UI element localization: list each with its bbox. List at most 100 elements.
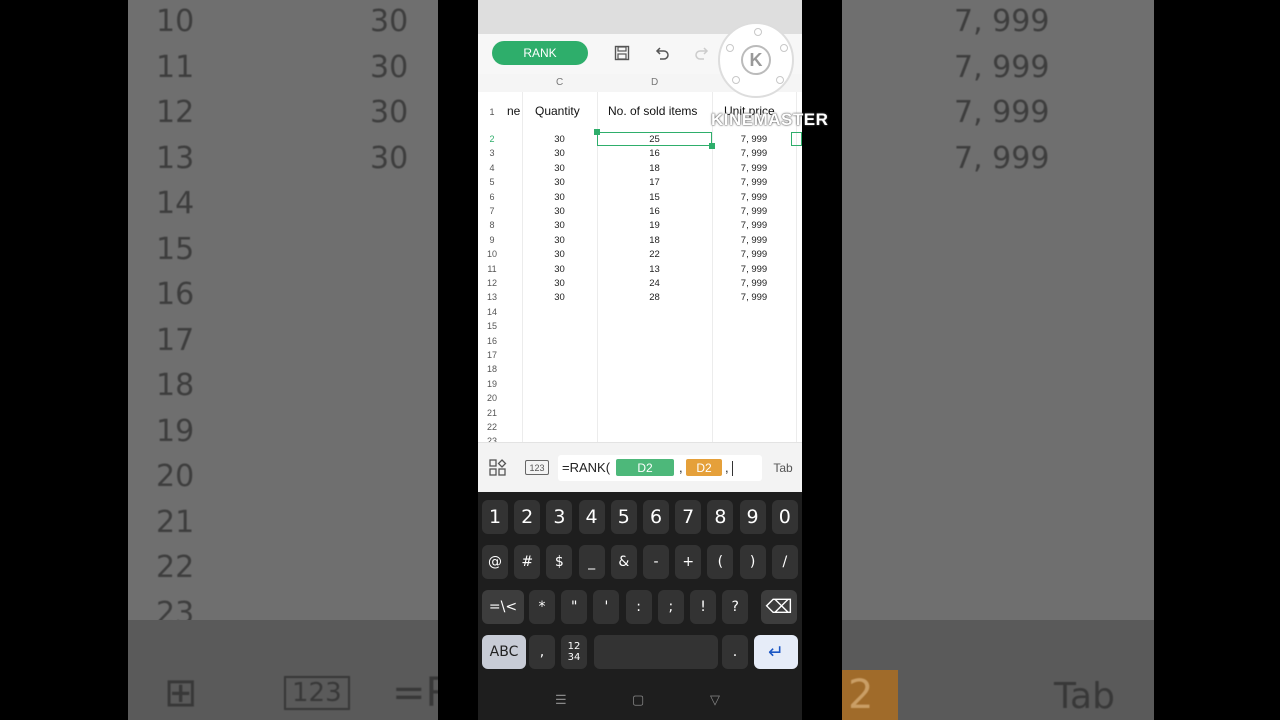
cell-quantity[interactable]: 30 xyxy=(522,292,597,303)
row-number[interactable]: 14 xyxy=(478,307,506,317)
selection-handle[interactable] xyxy=(709,143,715,149)
key-symbol[interactable]: $ xyxy=(546,545,573,579)
period-key[interactable]: . xyxy=(722,635,748,669)
row-number[interactable]: 12 xyxy=(478,278,506,288)
row-number[interactable]: 1 xyxy=(478,107,506,117)
key-symbol[interactable]: & xyxy=(610,545,637,579)
row-number[interactable]: 7 xyxy=(478,206,506,216)
row-number[interactable]: 6 xyxy=(478,192,506,202)
cell-unit-price[interactable]: 7, 999 xyxy=(712,249,796,260)
key-symbol[interactable]: + xyxy=(675,545,702,579)
cell-sold-items[interactable]: 24 xyxy=(597,278,712,289)
key-9[interactable]: 9 xyxy=(739,500,766,534)
row-number[interactable]: 20 xyxy=(478,393,506,403)
reference-chip-d2-second[interactable]: D2 xyxy=(686,459,722,476)
abc-key[interactable]: ABC xyxy=(482,635,526,669)
key-symbol[interactable]: : xyxy=(625,590,652,624)
cell-sold-items[interactable]: 22 xyxy=(597,249,712,260)
cell-sold-items[interactable]: 16 xyxy=(597,206,712,217)
rank-function-button[interactable]: RANK xyxy=(492,41,588,65)
row-number[interactable]: 21 xyxy=(478,408,506,418)
row-number[interactable]: 4 xyxy=(478,163,506,173)
home-nav-icon[interactable]: ▢ xyxy=(632,692,644,708)
row-number[interactable]: 9 xyxy=(478,235,506,245)
cell-unit-price[interactable]: 7, 999 xyxy=(712,148,796,159)
selection-handle[interactable] xyxy=(594,129,600,135)
row-number[interactable]: 2 xyxy=(478,134,506,144)
key-symbol[interactable]: ; xyxy=(657,590,684,624)
cell-quantity[interactable]: 30 xyxy=(522,192,597,203)
cell-quantity[interactable]: 30 xyxy=(522,249,597,260)
formula-input[interactable]: =RANK( D2 , D2 , xyxy=(558,455,762,481)
save-icon[interactable] xyxy=(611,42,633,64)
key-symbol[interactable]: - xyxy=(643,545,669,579)
cell-unit-price[interactable]: 7, 999 xyxy=(712,292,796,303)
key-5[interactable]: 5 xyxy=(610,500,637,534)
key-4[interactable]: 4 xyxy=(578,500,605,534)
key-symbol[interactable]: / xyxy=(771,545,798,579)
key-symbol[interactable]: ? xyxy=(722,590,749,624)
key-symbol[interactable]: ! xyxy=(690,590,716,624)
row-number[interactable]: 5 xyxy=(478,177,506,187)
backspace-key[interactable]: ⌫ xyxy=(761,590,797,624)
key-0[interactable]: 0 xyxy=(771,500,798,534)
cell-unit-price[interactable]: 7, 999 xyxy=(712,192,796,203)
row-number[interactable]: 17 xyxy=(478,350,506,360)
cell-quantity[interactable]: 30 xyxy=(522,278,597,289)
functions-grid-icon[interactable] xyxy=(487,458,509,478)
cell-sold-items[interactable]: 18 xyxy=(597,163,712,174)
cell-unit-price[interactable]: 7, 999 xyxy=(712,206,796,217)
numeric-keyboard-toggle[interactable]: 123 xyxy=(525,460,549,475)
reference-chip-d2[interactable]: D2 xyxy=(616,459,674,476)
cell-sold-items[interactable]: 17 xyxy=(597,177,712,188)
cell-quantity[interactable]: 30 xyxy=(522,163,597,174)
column-letter-c[interactable]: C xyxy=(556,77,563,88)
row-number[interactable]: 18 xyxy=(478,364,506,374)
cell-quantity[interactable]: 30 xyxy=(522,134,597,145)
key-symbol[interactable]: " xyxy=(561,590,588,624)
row-number[interactable]: 15 xyxy=(478,321,506,331)
cell-unit-price[interactable]: 7, 999 xyxy=(712,163,796,174)
cell-sold-items[interactable]: 28 xyxy=(597,292,712,303)
row-number[interactable]: 16 xyxy=(478,336,506,346)
row-number[interactable]: 3 xyxy=(478,148,506,158)
undo-icon[interactable] xyxy=(651,42,673,64)
cell-quantity[interactable]: 30 xyxy=(522,264,597,275)
cell-quantity[interactable]: 30 xyxy=(522,235,597,246)
cell-sold-items[interactable]: 16 xyxy=(597,148,712,159)
cell-sold-items[interactable]: 13 xyxy=(597,264,712,275)
key-8[interactable]: 8 xyxy=(707,500,734,534)
key-2[interactable]: 2 xyxy=(514,500,541,534)
key-symbol[interactable]: ' xyxy=(593,590,620,624)
cell-quantity[interactable]: 30 xyxy=(522,177,597,188)
key-symbol[interactable]: * xyxy=(529,590,555,624)
cell-unit-price[interactable]: 7, 999 xyxy=(712,177,796,188)
cell-unit-price[interactable]: 7, 999 xyxy=(712,278,796,289)
cell-sold-items[interactable]: 19 xyxy=(597,220,712,231)
cell-sold-items[interactable]: 18 xyxy=(597,235,712,246)
row-number[interactable]: 13 xyxy=(478,292,506,302)
row-number[interactable]: 19 xyxy=(478,379,506,389)
key-symbol[interactable]: ( xyxy=(707,545,734,579)
space-key[interactable] xyxy=(594,635,718,669)
key-symbol[interactable]: # xyxy=(514,545,541,579)
cell-sold-items[interactable]: 15 xyxy=(597,192,712,203)
key-7[interactable]: 7 xyxy=(675,500,702,534)
cell-unit-price[interactable]: 7, 999 xyxy=(712,264,796,275)
enter-key[interactable]: ↵ xyxy=(754,635,798,669)
row-number[interactable]: 11 xyxy=(478,264,506,274)
key-6[interactable]: 6 xyxy=(643,500,669,534)
cell-unit-price[interactable]: 7, 999 xyxy=(712,134,796,145)
key-symbol[interactable]: @ xyxy=(482,545,508,579)
cell-quantity[interactable]: 30 xyxy=(522,148,597,159)
redo-icon[interactable] xyxy=(691,42,713,64)
key-symbol[interactable]: ) xyxy=(739,545,766,579)
back-nav-icon[interactable]: ▽ xyxy=(710,692,720,708)
cell-quantity[interactable]: 30 xyxy=(522,220,597,231)
row-number[interactable]: 10 xyxy=(478,249,506,259)
menu-nav-icon[interactable]: ☰ xyxy=(555,692,567,708)
row-number[interactable]: 8 xyxy=(478,220,506,230)
row-number[interactable]: 22 xyxy=(478,422,506,432)
key-compare[interactable]: =\< xyxy=(482,590,524,624)
key-1[interactable]: 1 xyxy=(482,500,508,534)
